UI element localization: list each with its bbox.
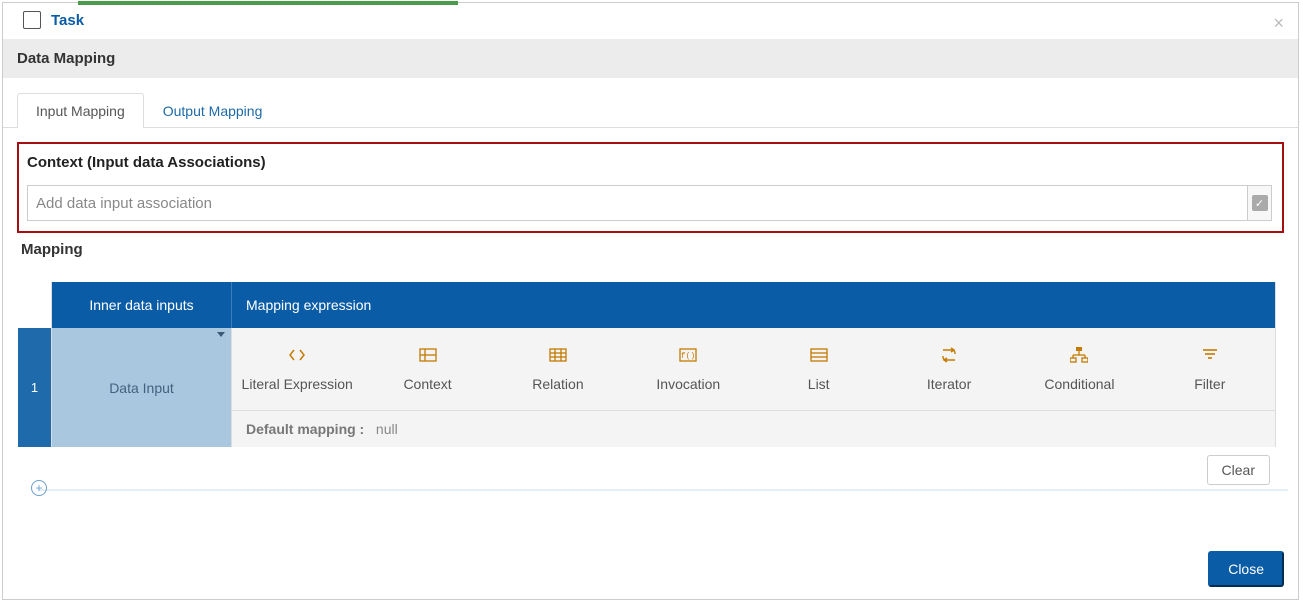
col-inner-data-inputs: Inner data inputs bbox=[52, 282, 232, 328]
context-section: Context (Input data Associations) ✓ bbox=[17, 142, 1284, 233]
option-invocation[interactable]: f() Invocation bbox=[623, 346, 753, 392]
data-input-cell[interactable]: Data Input bbox=[52, 328, 232, 447]
option-label: Conditional bbox=[1044, 376, 1114, 392]
mapping-label: Mapping bbox=[21, 241, 1284, 258]
invocation-icon: f() bbox=[679, 346, 697, 364]
option-context[interactable]: Context bbox=[362, 346, 492, 392]
default-mapping-row: Default mapping : null bbox=[232, 411, 1275, 447]
chevron-down-icon bbox=[217, 332, 225, 337]
close-button[interactable]: Close bbox=[1208, 551, 1284, 587]
option-iterator[interactable]: Iterator bbox=[884, 346, 1014, 392]
mapping-row: 1 Data Input Literal Expression bbox=[52, 328, 1275, 447]
option-label: Filter bbox=[1194, 376, 1225, 392]
list-icon bbox=[810, 346, 828, 364]
context-label: Context (Input data Associations) bbox=[27, 154, 1272, 171]
expression-cell: Literal Expression Context bbox=[232, 328, 1275, 447]
option-label: Context bbox=[403, 376, 451, 392]
add-row-button[interactable]: + bbox=[31, 480, 47, 496]
section-title: Data Mapping bbox=[3, 39, 1298, 78]
option-conditional[interactable]: Conditional bbox=[1014, 346, 1144, 392]
expression-options: Literal Expression Context bbox=[232, 328, 1275, 411]
close-icon[interactable]: × bbox=[1273, 13, 1284, 34]
option-filter[interactable]: Filter bbox=[1145, 346, 1275, 392]
dialog-header: Task × bbox=[3, 3, 1298, 39]
col-mapping-expression: Mapping expression bbox=[232, 282, 1275, 328]
clear-button[interactable]: Clear bbox=[1207, 455, 1270, 485]
option-label: Relation bbox=[532, 376, 583, 392]
row-number[interactable]: 1 bbox=[18, 328, 52, 447]
option-label: Iterator bbox=[927, 376, 971, 392]
option-label: List bbox=[808, 376, 830, 392]
dialog-footer: Close bbox=[3, 541, 1298, 599]
tab-content: Context (Input data Associations) ✓ Mapp… bbox=[3, 128, 1298, 541]
option-literal-expression[interactable]: Literal Expression bbox=[232, 346, 362, 392]
conditional-icon bbox=[1070, 346, 1088, 364]
code-icon bbox=[288, 346, 306, 364]
default-mapping-label: Default mapping : bbox=[246, 421, 364, 437]
context-icon bbox=[419, 346, 437, 364]
filter-icon bbox=[1201, 346, 1219, 364]
iterator-icon bbox=[940, 346, 958, 364]
tabs: Input Mapping Output Mapping bbox=[3, 78, 1298, 128]
tab-input-mapping[interactable]: Input Mapping bbox=[17, 93, 144, 128]
default-mapping-value: null bbox=[376, 421, 398, 437]
check-icon: ✓ bbox=[1252, 195, 1268, 211]
association-input[interactable] bbox=[27, 185, 1248, 221]
data-input-label: Data Input bbox=[109, 380, 174, 396]
relation-icon bbox=[549, 346, 567, 364]
task-dialog: Task × Data Mapping Input Mapping Output… bbox=[2, 2, 1299, 600]
action-row: Clear bbox=[17, 447, 1284, 485]
tab-output-mapping[interactable]: Output Mapping bbox=[144, 93, 282, 128]
option-label: Invocation bbox=[656, 376, 720, 392]
option-label: Literal Expression bbox=[242, 376, 353, 392]
option-relation[interactable]: Relation bbox=[493, 346, 623, 392]
task-title: Task bbox=[51, 12, 84, 29]
mapping-table-header: Inner data inputs Mapping expression bbox=[52, 282, 1275, 328]
mapping-table: Inner data inputs Mapping expression 1 D… bbox=[51, 282, 1276, 447]
row-baseline bbox=[38, 489, 1288, 491]
svg-text:f(): f() bbox=[681, 352, 695, 361]
task-checkbox[interactable] bbox=[23, 11, 41, 29]
option-list[interactable]: List bbox=[754, 346, 884, 392]
association-input-row: ✓ bbox=[27, 185, 1272, 221]
association-confirm-button[interactable]: ✓ bbox=[1248, 185, 1272, 221]
